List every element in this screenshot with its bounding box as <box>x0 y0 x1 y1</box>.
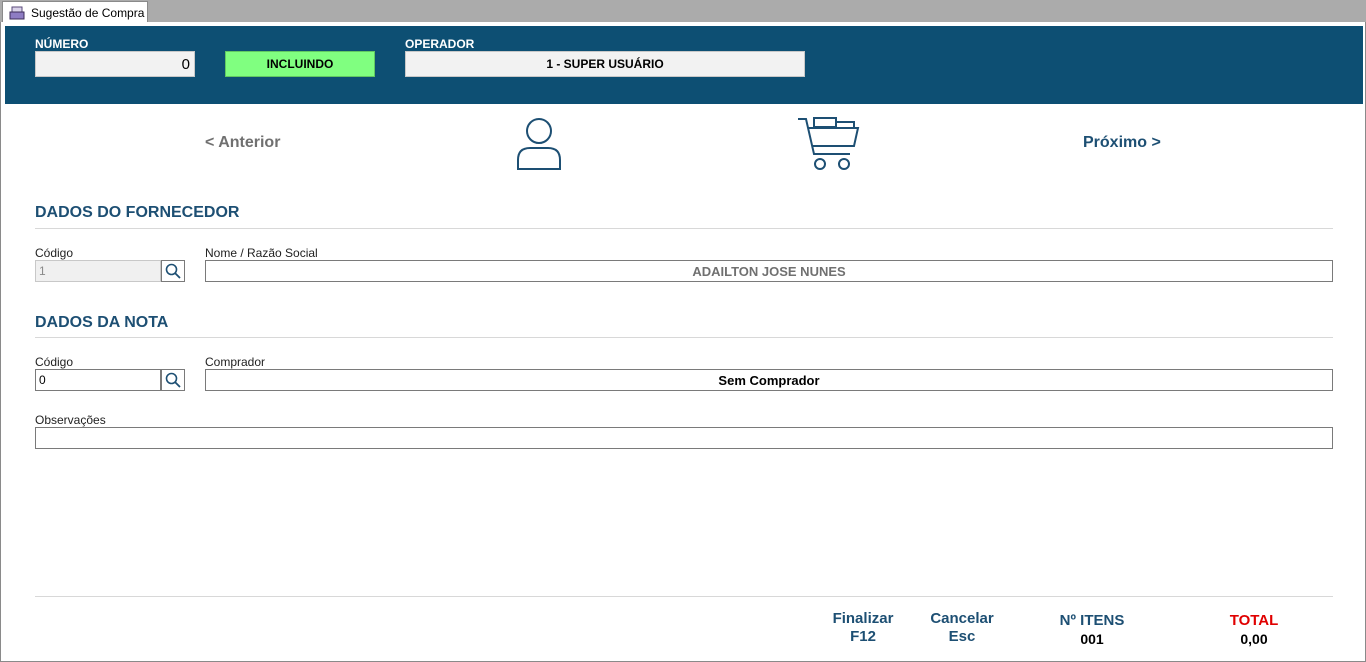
fornecedor-divider <box>35 228 1333 229</box>
cart-icon[interactable] <box>796 114 862 174</box>
tab-bar: Sugestão de Compra <box>0 0 1366 23</box>
nota-codigo-input[interactable]: 0 <box>35 369 161 391</box>
itens-count: Nº ITENS 001 <box>1047 612 1137 648</box>
cancelar-shortcut: Esc <box>948 628 976 645</box>
fornecedor-nome-field: ADAILTON JOSE NUNES <box>205 260 1333 282</box>
itens-label: Nº ITENS <box>1059 612 1125 629</box>
tab-sugestao-compra[interactable]: Sugestão de Compra <box>2 1 148 23</box>
numero-field[interactable]: 0 <box>35 51 195 77</box>
operador-field: 1 - SUPER USUÁRIO <box>405 51 805 77</box>
observacoes-input[interactable] <box>35 427 1333 449</box>
finalizar-button[interactable]: Finalizar F12 <box>823 610 903 646</box>
fornecedor-codigo-label: Código <box>35 246 74 260</box>
nota-divider <box>35 337 1333 338</box>
fornecedor-nome-label: Nome / Razão Social <box>205 246 318 260</box>
previous-button[interactable]: < Anterior <box>205 134 280 152</box>
operador-label: OPERADOR <box>405 37 475 51</box>
nota-search-button[interactable] <box>161 369 185 391</box>
cancelar-button[interactable]: Cancelar Esc <box>922 610 1002 646</box>
search-icon <box>165 263 181 279</box>
numero-label: NÚMERO <box>35 37 89 51</box>
fornecedor-section-title: DADOS DO FORNECEDOR <box>35 204 240 221</box>
status-badge: INCLUINDO <box>225 51 375 77</box>
fornecedor-codigo-input[interactable]: 1 <box>35 260 161 282</box>
footer-divider <box>35 596 1333 597</box>
header-panel: NÚMERO 0 INCLUINDO OPERADOR 1 - SUPER US… <box>5 26 1363 104</box>
nota-section-title: DADOS DA NOTA <box>35 314 169 331</box>
finalizar-label: Finalizar <box>832 610 894 627</box>
tab-title: Sugestão de Compra <box>31 5 145 20</box>
user-icon[interactable] <box>514 116 564 172</box>
finalizar-shortcut: F12 <box>850 628 876 645</box>
comprador-label: Comprador <box>205 355 266 369</box>
total-label: TOTAL <box>1229 612 1279 629</box>
itens-value: 001 <box>1080 631 1104 647</box>
cancelar-label: Cancelar <box>930 610 994 627</box>
comprador-field: Sem Comprador <box>205 369 1333 391</box>
nota-codigo-label: Código <box>35 355 74 369</box>
fornecedor-search-button[interactable] <box>161 260 185 282</box>
total-display: TOTAL 0,00 <box>1209 612 1299 648</box>
total-value: 0,00 <box>1240 631 1268 647</box>
next-button[interactable]: Próximo > <box>1083 134 1161 152</box>
search-icon <box>165 372 181 388</box>
document-icon <box>9 6 25 19</box>
observacoes-label: Observações <box>35 413 106 427</box>
main-window: NÚMERO 0 INCLUINDO OPERADOR 1 - SUPER US… <box>0 22 1366 662</box>
